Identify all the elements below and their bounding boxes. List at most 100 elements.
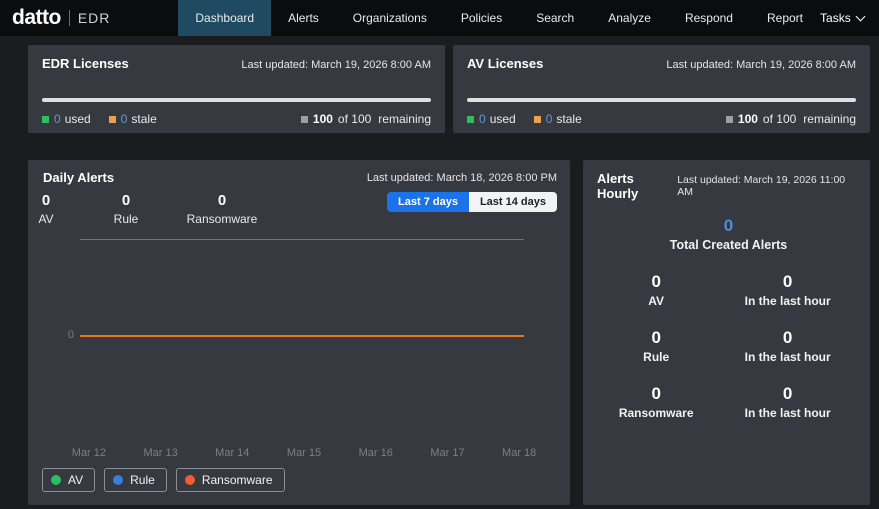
- xtick: Mar 15: [268, 447, 340, 459]
- av-license-legend: 0 used 0 stale 100 of 100 remaining: [467, 112, 856, 126]
- ransomware-dot-icon: [185, 475, 195, 485]
- daily-av-count: 0: [28, 192, 64, 209]
- av-licenses-card: AV Licenses Last updated: March 19, 2026…: [453, 45, 870, 133]
- hourly-av-lasthour-label: In the last hour: [715, 294, 860, 308]
- hourly-row-ransomware: 0 Ransomware 0 In the last hour: [597, 384, 860, 420]
- hourly-rule-lasthour-label: In the last hour: [715, 350, 860, 364]
- last-14-days-button[interactable]: Last 14 days: [469, 192, 557, 212]
- daily-alerts-title: Daily Alerts: [43, 170, 114, 185]
- legend-av-label: AV: [68, 473, 83, 487]
- rule-dot-icon: [113, 475, 123, 485]
- hourly-row-av: 0 AV 0 In the last hour: [597, 272, 860, 308]
- tab-report[interactable]: Report: [750, 0, 820, 36]
- used-label: used: [490, 112, 516, 126]
- date-range-toggle: Last 7 days Last 14 days: [387, 192, 557, 212]
- av-dot-icon: [51, 475, 61, 485]
- hourly-row-rule: 0 Rule 0 In the last hour: [597, 328, 860, 364]
- xtick: Mar 17: [412, 447, 484, 459]
- xtick: Mar 12: [53, 447, 125, 459]
- xtick: Mar 14: [196, 447, 268, 459]
- app-logo[interactable]: datto EDR: [0, 0, 126, 36]
- daily-ransomware-count: 0: [176, 192, 268, 209]
- hourly-stats: 0 AV 0 In the last hour 0 Rule 0: [597, 272, 860, 420]
- daily-alerts-card: Daily Alerts Last updated: March 18, 202…: [28, 160, 570, 505]
- tab-policies[interactable]: Policies: [444, 0, 519, 36]
- daily-rule-count: 0: [104, 192, 148, 209]
- used-count: 0: [479, 112, 486, 126]
- daily-rule-label: Rule: [104, 212, 148, 226]
- remaining-label: remaining: [378, 112, 431, 126]
- tasks-menu[interactable]: Tasks: [820, 11, 864, 25]
- hourly-av-lasthour-count: 0: [715, 272, 860, 292]
- tab-respond[interactable]: Respond: [668, 0, 750, 36]
- total-created-count: 0: [597, 216, 860, 236]
- edr-licenses-card: EDR Licenses Last updated: March 19, 202…: [28, 45, 445, 133]
- remaining-swatch: [726, 116, 733, 123]
- total-created-alerts: 0 Total Created Alerts: [597, 216, 860, 252]
- av-licenses-title: AV Licenses: [467, 56, 543, 71]
- edr-licenses-last-updated: Last updated: March 19, 2026 8:00 AM: [241, 59, 431, 71]
- stale-count: 0: [121, 112, 128, 126]
- brand-name: datto: [12, 6, 61, 30]
- used-swatch: [42, 116, 49, 123]
- chart-ytick-0: 0: [56, 329, 74, 341]
- hourly-ransomware-lasthour-label: In the last hour: [715, 406, 860, 420]
- daily-ransomware-label: Ransomware: [176, 212, 268, 226]
- edr-license-usage-bar: [42, 98, 431, 102]
- legend-chip-av[interactable]: AV: [42, 468, 95, 492]
- chart-x-axis: Mar 12 Mar 13 Mar 14 Mar 15 Mar 16 Mar 1…: [53, 447, 555, 459]
- tasks-label: Tasks: [820, 11, 851, 25]
- hourly-rule-lasthour-count: 0: [715, 328, 860, 348]
- legend-chip-rule[interactable]: Rule: [104, 468, 167, 492]
- tab-organizations[interactable]: Organizations: [336, 0, 444, 36]
- xtick: Mar 16: [340, 447, 412, 459]
- edr-license-legend: 0 used 0 stale 100 of 100 remaining: [42, 112, 431, 126]
- remaining-count: 100: [313, 112, 333, 126]
- chart-top-gridline: [80, 239, 524, 240]
- alerts-hourly-last-updated: Last updated: March 19, 2026 11:00 AM: [677, 174, 860, 198]
- hourly-av-count: 0: [597, 272, 715, 292]
- alerts-hourly-card: Alerts Hourly Last updated: March 19, 20…: [583, 160, 870, 505]
- used-label: used: [65, 112, 91, 126]
- last-7-days-button[interactable]: Last 7 days: [387, 192, 469, 212]
- main-menu: Dashboard Alerts Organizations Policies …: [178, 0, 820, 36]
- total-created-label: Total Created Alerts: [597, 238, 860, 252]
- daily-av-label: AV: [28, 212, 64, 226]
- tab-alerts[interactable]: Alerts: [271, 0, 336, 36]
- remaining-swatch: [301, 116, 308, 123]
- tab-search[interactable]: Search: [519, 0, 591, 36]
- tab-dashboard[interactable]: Dashboard: [178, 0, 271, 36]
- used-swatch: [467, 116, 474, 123]
- chevron-down-icon: [855, 12, 865, 22]
- xtick: Mar 13: [125, 447, 197, 459]
- stale-swatch: [534, 116, 541, 123]
- dashboard-content: EDR Licenses Last updated: March 19, 202…: [0, 36, 879, 505]
- legend-chip-ransomware[interactable]: Ransomware: [176, 468, 285, 492]
- chart-legend: AV Rule Ransomware: [42, 468, 285, 492]
- stale-label: stale: [556, 112, 581, 126]
- chart-line-ransomware: [80, 335, 524, 337]
- legend-ransomware-label: Ransomware: [202, 473, 273, 487]
- top-nav: datto EDR Dashboard Alerts Organizations…: [0, 0, 879, 36]
- hourly-rule-count: 0: [597, 328, 715, 348]
- remaining-label: remaining: [803, 112, 856, 126]
- legend-rule-label: Rule: [130, 473, 155, 487]
- daily-stat-rule: 0 Rule: [104, 192, 148, 226]
- stale-count: 0: [546, 112, 553, 126]
- remaining-count: 100: [738, 112, 758, 126]
- hourly-ransomware-label: Ransomware: [597, 406, 715, 420]
- hourly-av-label: AV: [597, 294, 715, 308]
- daily-stat-ransomware: 0 Ransomware: [176, 192, 268, 226]
- remaining-of: of 100: [763, 112, 796, 126]
- product-name: EDR: [78, 10, 111, 26]
- av-license-usage-bar: [467, 98, 856, 102]
- remaining-of: of 100: [338, 112, 371, 126]
- daily-stat-av: 0 AV: [28, 192, 64, 226]
- nav-utilities: Tasks +: [820, 0, 879, 36]
- daily-alerts-last-updated: Last updated: March 18, 2026 8:00 PM: [367, 172, 557, 184]
- tab-analyze[interactable]: Analyze: [591, 0, 668, 36]
- edr-licenses-title: EDR Licenses: [42, 56, 129, 71]
- stale-swatch: [109, 116, 116, 123]
- used-count: 0: [54, 112, 61, 126]
- hourly-rule-label: Rule: [597, 350, 715, 364]
